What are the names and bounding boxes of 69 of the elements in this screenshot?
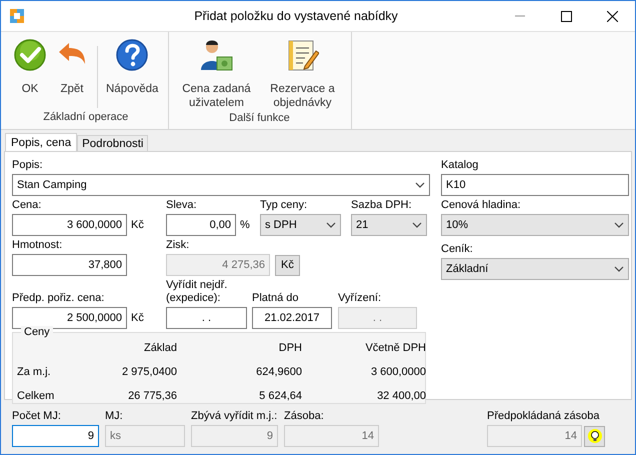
field-label: Předpokládaná zásoba — [487, 410, 600, 423]
group-label: Základní operace — [43, 111, 128, 125]
combo-box[interactable]: Stan Camping — [12, 174, 430, 196]
input-field[interactable]: 37,800 — [12, 254, 127, 276]
field-label: Zisk: — [166, 239, 190, 252]
field-label: Počet MJ: — [12, 410, 62, 423]
window-title: Přidat položku do vystavené nabídky — [193, 9, 399, 23]
field-label: Hmotnost: — [12, 239, 64, 252]
field-label: Sazba DPH: — [351, 199, 413, 212]
close-icon — [606, 10, 618, 22]
field-label: Katalog — [441, 159, 480, 172]
row-label: Za m.j. — [17, 366, 52, 378]
field-label: Typ ceny: — [260, 199, 308, 212]
field-label: Vyřízení: — [338, 292, 382, 305]
field-label: Platná do — [252, 292, 300, 305]
table-cell-text: 3 600,0000 — [370, 366, 426, 378]
lightbulb-button[interactable] — [584, 426, 605, 446]
table-cell-text: 2 975,0400 — [120, 366, 177, 378]
table-cell-text: 5 624,64 — [258, 390, 302, 402]
dropdown[interactable]: 21 — [351, 214, 427, 236]
field-label: Popis: — [12, 159, 44, 172]
lightbulb-icon — [588, 429, 602, 443]
field-label: Sleva: — [166, 199, 198, 212]
group-label: Další funkce — [229, 112, 290, 126]
field-label: Vyřídit nejdř. (expedice): — [166, 279, 228, 305]
chevron-icon — [326, 222, 336, 228]
chevron-icon — [415, 182, 425, 188]
column-header: Základ — [142, 342, 177, 354]
input-field[interactable]: 0,00 — [166, 214, 236, 236]
dropdown[interactable]: Základní — [441, 258, 629, 280]
toolbar-button[interactable]: OK — [9, 36, 51, 98]
input-field[interactable]: 3 600,0000 — [12, 214, 127, 236]
field-label: Cena: — [12, 199, 42, 212]
dropdown[interactable]: s DPH — [260, 214, 341, 236]
field-label: Cenová hladina: — [441, 199, 522, 212]
tab[interactable]: Podrobnosti — [77, 135, 148, 151]
table-cell-text: 624,9600 — [255, 366, 302, 378]
unit-label: % — [240, 219, 250, 231]
input-field[interactable]: 9 — [12, 425, 99, 447]
toolbar-button[interactable]: Rezervace a objednávky — [259, 36, 346, 112]
date-field[interactable]: . . — [166, 307, 247, 329]
app-icon — [9, 8, 25, 24]
input-field[interactable]: K10 — [441, 174, 629, 196]
field-label: MJ: — [105, 410, 124, 423]
field-label: Zásoba: — [284, 410, 325, 423]
maximize-icon — [560, 10, 572, 22]
chevron-icon — [614, 222, 624, 228]
table-cell-text: 26 775,36 — [127, 390, 177, 402]
toolbar-button[interactable]: Zpět — [51, 36, 93, 98]
column-header: DPH — [278, 342, 302, 354]
field-label: Ceník: — [441, 243, 474, 256]
group-title: Ceny — [21, 326, 53, 338]
user-money-icon — [199, 38, 234, 72]
table-cell-text: 32 400,00 — [376, 390, 426, 402]
toolbar-button[interactable]: Nápověda — [102, 36, 162, 98]
row-label: Celkem — [17, 390, 56, 402]
field-label: Předp. pořiz. cena: — [12, 292, 106, 305]
tab[interactable]: Popis, cena — [5, 133, 78, 151]
column-header: Včetně DPH — [364, 342, 426, 354]
toolbar-button[interactable]: Cena zadaná uživatelem — [173, 36, 260, 112]
unit-label: Kč — [131, 219, 144, 231]
chevron-icon — [412, 222, 422, 228]
unit-label: Kč — [131, 312, 144, 324]
dropdown[interactable]: 10% — [441, 214, 629, 236]
chevron-icon — [614, 266, 624, 272]
help-icon — [115, 38, 150, 72]
date-field[interactable]: 21.02.2017 — [252, 307, 332, 329]
check-icon — [13, 38, 47, 72]
field-label: Zbývá vyřídit m.j.: — [191, 410, 278, 423]
